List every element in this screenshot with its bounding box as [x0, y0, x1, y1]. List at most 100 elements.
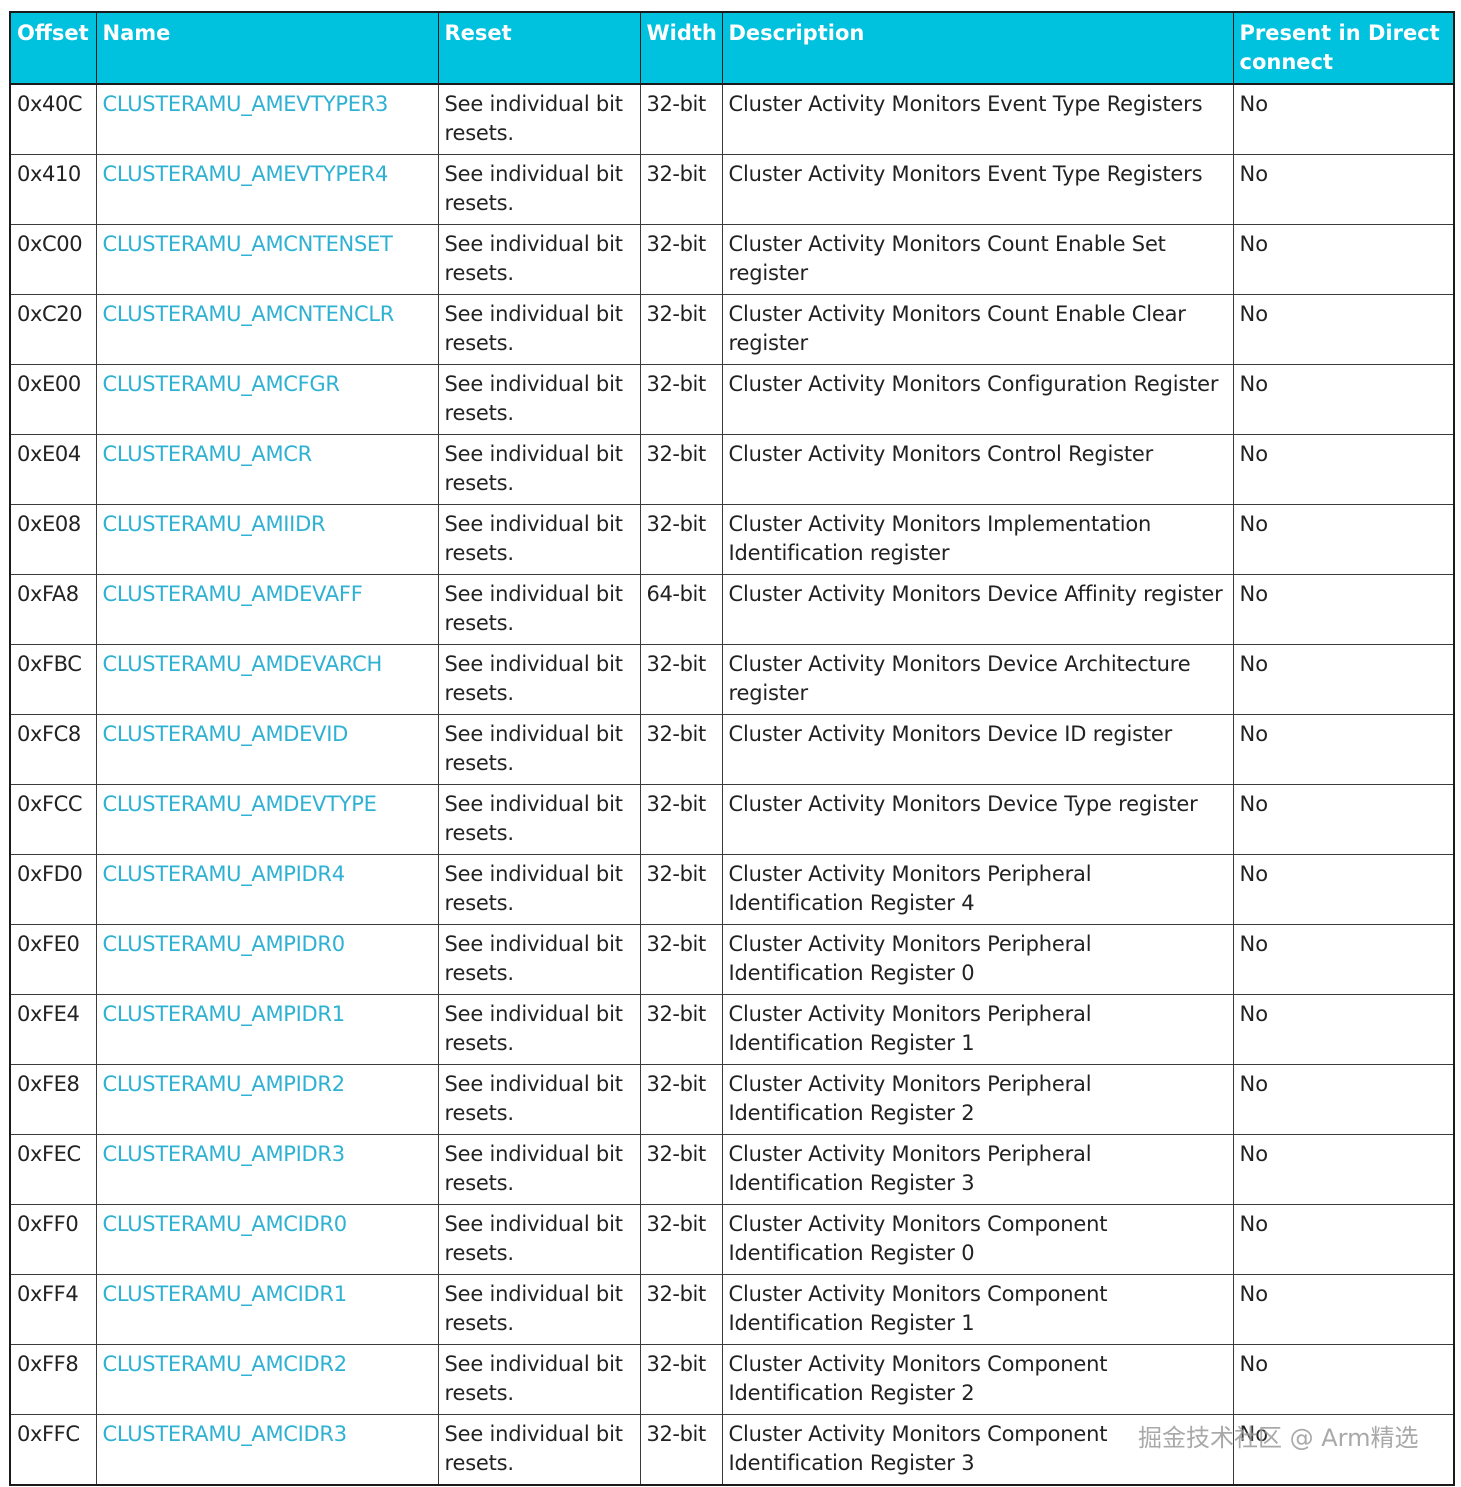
cell-offset: 0xC00 — [9, 224, 97, 295]
cell-name: CLUSTERAMU_AMCIDR1 — [95, 1274, 439, 1345]
cell-offset: 0xFF4 — [9, 1274, 97, 1345]
cell-name: CLUSTERAMU_AMPIDR4 — [95, 854, 439, 925]
cell-width: 32-bit — [639, 1134, 723, 1205]
register-link[interactable]: CLUSTERAMU_AMPIDR4 — [103, 862, 346, 886]
cell-description: Cluster Activity Monitors Component Iden… — [721, 1274, 1234, 1345]
register-link[interactable]: CLUSTERAMU_AMEVTYPER4 — [103, 162, 389, 186]
register-link[interactable]: CLUSTERAMU_AMCIDR3 — [103, 1422, 348, 1446]
cell-offset: 0xFF8 — [9, 1344, 97, 1415]
cell-name: CLUSTERAMU_AMCFGR — [95, 364, 439, 435]
header-width: Width — [639, 12, 723, 85]
cell-present-in-direct-connect: No — [1232, 784, 1455, 855]
cell-description: Cluster Activity Monitors Peripheral Ide… — [721, 994, 1234, 1065]
register-link[interactable]: CLUSTERAMU_AMCNTENCLR — [103, 302, 395, 326]
table-row: 0xFF8 CLUSTERAMU_AMCIDR2 See individual bi… — [9, 1344, 1455, 1415]
cell-reset: See individual bit resets. — [437, 1414, 641, 1486]
register-link[interactable]: CLUSTERAMU_AMCFGR — [103, 372, 341, 396]
cell-description: Cluster Activity Monitors Device ID regi… — [721, 714, 1234, 785]
cell-description: Cluster Activity Monitors Peripheral Ide… — [721, 1134, 1234, 1205]
cell-width: 32-bit — [639, 364, 723, 435]
register-link[interactable]: CLUSTERAMU_AMIIDR — [103, 512, 326, 536]
cell-width: 32-bit — [639, 83, 723, 155]
cell-present-in-direct-connect: No — [1232, 574, 1455, 645]
header-offset: Offset — [9, 12, 97, 85]
register-link[interactable]: CLUSTERAMU_AMEVTYPER3 — [103, 92, 389, 116]
table-row: 0xFCC CLUSTERAMU_AMDEVTYPE See individual … — [9, 784, 1455, 855]
register-link[interactable]: CLUSTERAMU_AMDEVID — [103, 722, 349, 746]
cell-name: CLUSTERAMU_AMCIDR3 — [95, 1414, 439, 1486]
table-row: 0xE04 CLUSTERAMU_AMCR See individual bit r… — [9, 434, 1455, 505]
table-row: 0xC20 CLUSTERAMU_AMCNTENCLR See individual… — [9, 294, 1455, 365]
cell-description: Cluster Activity Monitors Peripheral Ide… — [721, 1064, 1234, 1135]
cell-present-in-direct-connect: No — [1232, 294, 1455, 365]
table-body: 0x40C CLUSTERAMU_AMEVTYPER3 See individual… — [9, 83, 1455, 1486]
register-link[interactable]: CLUSTERAMU_AMPIDR2 — [103, 1072, 346, 1096]
table-row: 0xFF4 CLUSTERAMU_AMCIDR1 See individual bi… — [9, 1274, 1455, 1345]
register-link[interactable]: CLUSTERAMU_AMDEVAFF — [103, 582, 363, 606]
register-link[interactable]: CLUSTERAMU_AMCIDR2 — [103, 1352, 348, 1376]
cell-present-in-direct-connect: No — [1232, 224, 1455, 295]
cell-description: Cluster Activity Monitors Component Iden… — [721, 1204, 1234, 1275]
cell-offset: 0x40C — [9, 83, 97, 155]
cell-reset: See individual bit resets. — [437, 224, 641, 295]
cell-present-in-direct-connect: No — [1232, 364, 1455, 435]
cell-name: CLUSTERAMU_AMEVTYPER4 — [95, 154, 439, 225]
cell-description: Cluster Activity Monitors Device Affinit… — [721, 574, 1234, 645]
cell-width: 32-bit — [639, 994, 723, 1065]
register-link[interactable]: CLUSTERAMU_AMCR — [103, 442, 313, 466]
cell-name: CLUSTERAMU_AMPIDR0 — [95, 924, 439, 995]
cell-description: Cluster Activity Monitors Peripheral Ide… — [721, 854, 1234, 925]
cell-present-in-direct-connect: No — [1232, 504, 1455, 575]
register-link[interactable]: CLUSTERAMU_AMCIDR1 — [103, 1282, 348, 1306]
cell-present-in-direct-connect: No — [1232, 1134, 1455, 1205]
cell-width: 32-bit — [639, 1414, 723, 1486]
cell-offset: 0xFEC — [9, 1134, 97, 1205]
cell-name: CLUSTERAMU_AMDEVARCH — [95, 644, 439, 715]
table-row: 0x410 CLUSTERAMU_AMEVTYPER4 See individual… — [9, 154, 1455, 225]
table-row: 0xFC8 CLUSTERAMU_AMDEVID See individual bi… — [9, 714, 1455, 785]
cell-description: Cluster Activity Monitors Event Type Reg… — [721, 154, 1234, 225]
cell-offset: 0x410 — [9, 154, 97, 225]
header-present-in-direct-connect: Present in Direct connect — [1232, 12, 1455, 85]
cell-width: 32-bit — [639, 434, 723, 505]
cell-description: Cluster Activity Monitors Event Type Reg… — [721, 83, 1234, 155]
cell-reset: See individual bit resets. — [437, 83, 641, 155]
table-row: 0xFD0 CLUSTERAMU_AMPIDR4 See individual bi… — [9, 854, 1455, 925]
cell-name: CLUSTERAMU_AMPIDR1 — [95, 994, 439, 1065]
cell-present-in-direct-connect: No — [1232, 154, 1455, 225]
header-description: Description — [721, 12, 1234, 85]
cell-reset: See individual bit resets. — [437, 574, 641, 645]
cell-reset: See individual bit resets. — [437, 154, 641, 225]
table-row: 0xFA8 CLUSTERAMU_AMDEVAFF See individual b… — [9, 574, 1455, 645]
cell-description: Cluster Activity Monitors Component Iden… — [721, 1414, 1234, 1486]
cell-description: Cluster Activity Monitors Count Enable C… — [721, 294, 1234, 365]
cell-description: Cluster Activity Monitors Control Regist… — [721, 434, 1234, 505]
cell-offset: 0xFE8 — [9, 1064, 97, 1135]
register-link[interactable]: CLUSTERAMU_AMPIDR0 — [103, 932, 346, 956]
register-link[interactable]: CLUSTERAMU_AMPIDR1 — [103, 1002, 346, 1026]
cell-width: 32-bit — [639, 154, 723, 225]
cell-present-in-direct-connect: No — [1232, 924, 1455, 995]
cell-present-in-direct-connect: No — [1232, 1274, 1455, 1345]
cell-present-in-direct-connect: No — [1232, 1064, 1455, 1135]
table-row: 0xFEC CLUSTERAMU_AMPIDR3 See individual bi… — [9, 1134, 1455, 1205]
cell-description: Cluster Activity Monitors Device Archite… — [721, 644, 1234, 715]
cell-width: 32-bit — [639, 1204, 723, 1275]
cell-offset: 0xFC8 — [9, 714, 97, 785]
cell-offset: 0xFA8 — [9, 574, 97, 645]
header-reset: Reset — [437, 12, 641, 85]
register-link[interactable]: CLUSTERAMU_AMDEVARCH — [103, 652, 383, 676]
cell-reset: See individual bit resets. — [437, 784, 641, 855]
header-name: Name — [95, 12, 439, 85]
register-link[interactable]: CLUSTERAMU_AMPIDR3 — [103, 1142, 346, 1166]
table-row: 0xC00 CLUSTERAMU_AMCNTENSET See individual… — [9, 224, 1455, 295]
table-row: 0xE00 CLUSTERAMU_AMCFGR See individual bit… — [9, 364, 1455, 435]
table-row: 0xFE8 CLUSTERAMU_AMPIDR2 See individual bi… — [9, 1064, 1455, 1135]
cell-name: CLUSTERAMU_AMCIDR0 — [95, 1204, 439, 1275]
cell-reset: See individual bit resets. — [437, 1204, 641, 1275]
cell-offset: 0xFE4 — [9, 994, 97, 1065]
register-link[interactable]: CLUSTERAMU_AMCNTENSET — [103, 232, 393, 256]
register-link[interactable]: CLUSTERAMU_AMDEVTYPE — [103, 792, 377, 816]
register-link[interactable]: CLUSTERAMU_AMCIDR0 — [103, 1212, 348, 1236]
cell-width: 32-bit — [639, 224, 723, 295]
